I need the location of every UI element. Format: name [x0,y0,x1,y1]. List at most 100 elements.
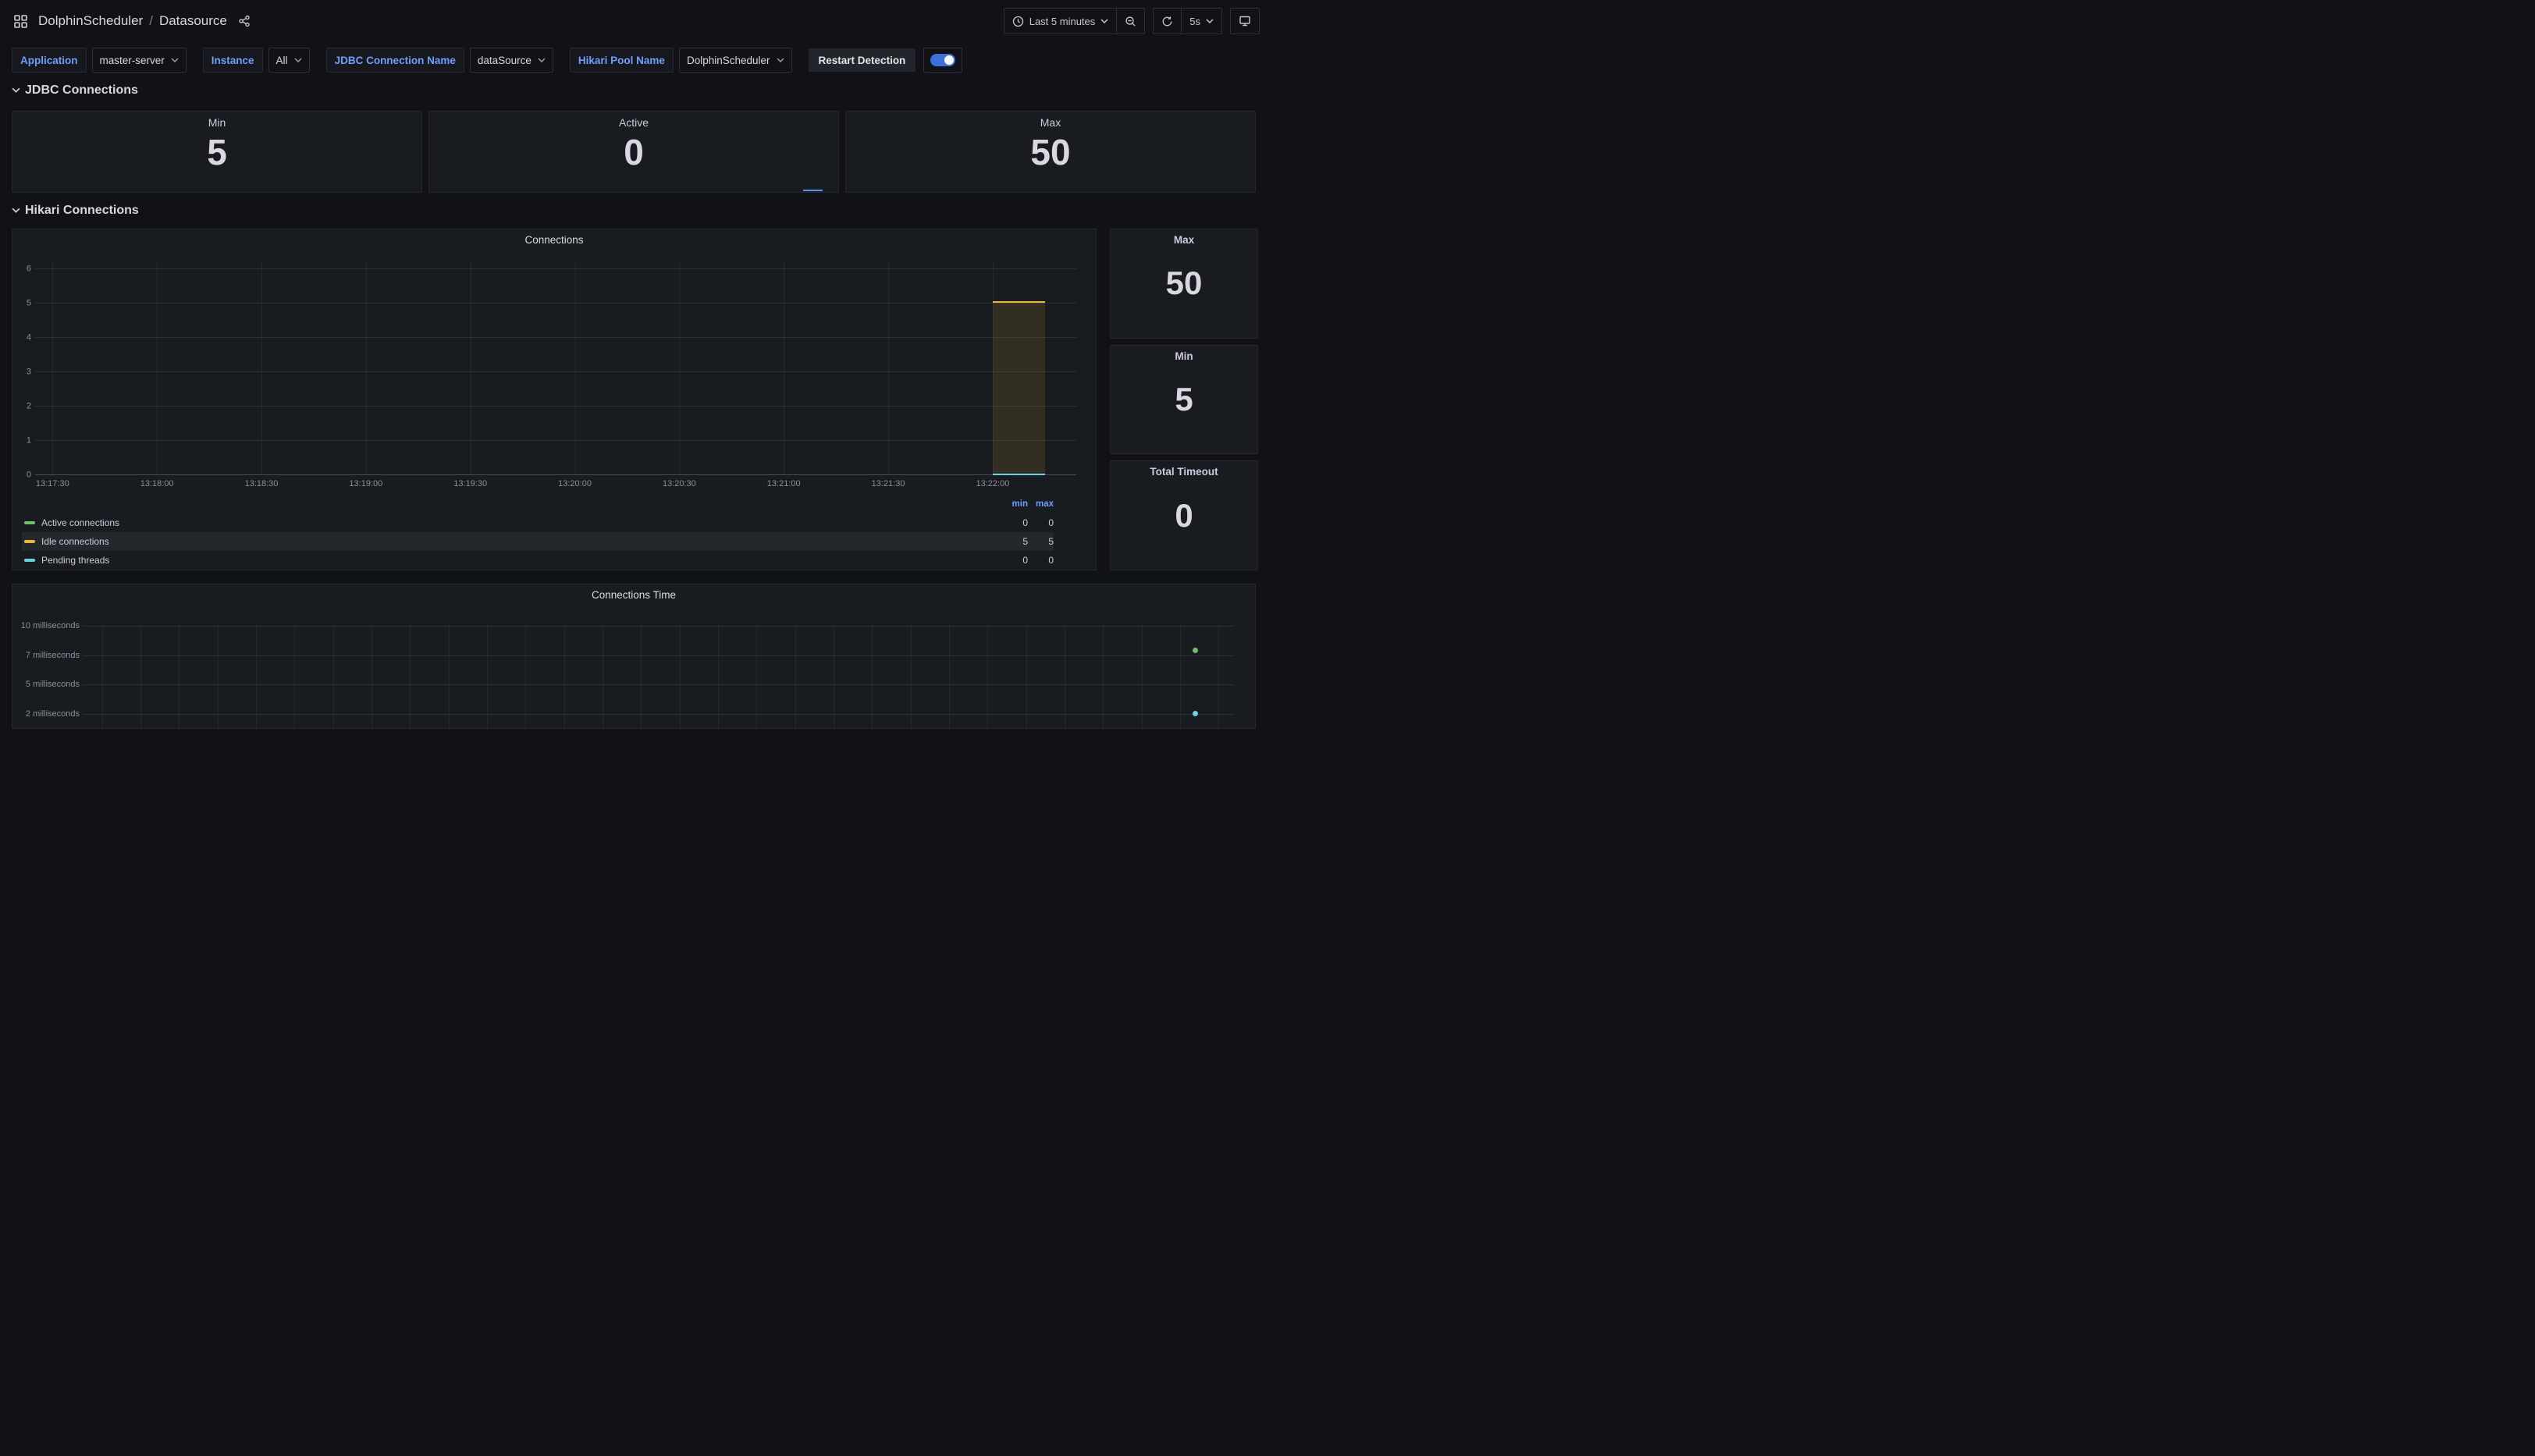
variable-select-jdbc-connection-name[interactable]: dataSource [470,48,553,73]
gridline [888,261,889,474]
legend-column-max[interactable]: max [1028,499,1054,510]
gridline [157,261,158,474]
refresh-interval-picker[interactable]: 5s [1181,9,1221,34]
variable-select-application[interactable]: master-server [92,48,187,73]
stat-panel-jdbc-active: Active 0 [428,111,839,193]
x-tick-label: 13:19:00 [349,479,382,488]
panel-title-connections-time[interactable]: Connections Time [12,589,1255,601]
legend-max-value: 5 [1028,536,1054,547]
gridline [949,626,950,730]
chevron-down-icon [777,58,784,63]
toggle-switch-on [930,54,955,66]
legend-max-value: 0 [1028,517,1054,528]
gridline [410,626,411,730]
chart-legend: min max Active connections00Idle connect… [22,499,1054,570]
gridline [1218,626,1219,730]
gridline [911,626,912,730]
stat-sparkline [803,190,823,191]
dashboards-grid-icon[interactable] [11,12,30,31]
variable-select-instance[interactable]: All [268,48,310,73]
legend-column-min[interactable]: min [1002,499,1028,510]
gridline [218,626,219,730]
section-jdbc-connections[interactable]: JDBC Connections [12,82,1256,99]
legend-swatch [24,521,35,524]
chevron-down-icon [1100,19,1108,24]
y-tick-label: 1 [27,436,31,446]
x-tick-label: 13:21:00 [767,479,801,488]
series-line-pending-threads [993,474,1045,475]
legend-min-value: 0 [1002,555,1028,566]
breadcrumb-page[interactable]: Datasource [159,13,227,29]
variable-select-hikari-pool-name[interactable]: DolphinScheduler [679,48,792,73]
share-icon[interactable] [235,12,254,30]
refresh-button[interactable] [1154,9,1181,34]
stat-panel-jdbc-max: Max 50 [845,111,1256,193]
time-range-picker[interactable]: Last 5 minutes [1004,9,1117,34]
connections-plot-area [35,261,1076,474]
gridline [333,626,334,730]
gridline [872,626,873,730]
gridline [680,626,681,730]
restart-detection-label: Restart Detection [809,48,916,72]
gridline [179,626,180,730]
gridline [987,626,988,730]
gridline [1180,626,1181,730]
stat-value: 5 [1111,346,1257,454]
chevron-down-icon [12,208,20,214]
legend-max-value: 0 [1028,555,1054,566]
legend-header: min max [22,499,1054,510]
gridline [795,626,796,730]
x-tick-label: 13:20:00 [558,479,592,488]
data-point [1193,648,1198,653]
gridline [449,626,450,730]
hikari-row: Connections 0123456 13:17:3013:18:0013:1… [12,229,1256,570]
x-tick-label: 13:20:30 [663,479,696,488]
data-point [1193,711,1198,716]
x-tick-label: 13:21:30 [872,479,905,488]
stat-value: 0 [429,112,838,192]
gridline [35,406,1076,407]
kiosk-mode-button[interactable] [1231,9,1259,34]
y-tick-label: 6 [27,264,31,273]
y-axis-labels: 0123456 [12,261,31,474]
panel-title-connections[interactable]: Connections [12,234,1096,246]
gridline [261,261,262,474]
gridline [35,303,1076,304]
clock-icon [1012,16,1024,27]
variable-value: All [276,55,288,66]
breadcrumb: DolphinScheduler / Datasource [38,13,227,29]
gridline [35,371,1076,372]
gridline [679,261,680,474]
breadcrumb-folder[interactable]: DolphinScheduler [38,13,143,29]
legend-row: Active connections00 [22,513,1054,532]
y-tick-label: 0 [27,471,31,480]
legend-swatch [24,559,35,562]
legend-series-active-connections[interactable]: Active connections [41,517,1002,528]
x-tick-label: 13:19:30 [453,479,487,488]
gridline [718,626,719,730]
stat-panel-jdbc-min: Min 5 [12,111,422,193]
stat-value: 50 [1111,229,1257,338]
chevron-down-icon [171,58,179,63]
gridline [1103,626,1104,730]
variable-label-jdbc-connection-name: JDBC Connection Name [326,48,464,73]
chevron-down-icon [12,87,20,94]
restart-detection-toggle[interactable] [923,48,962,73]
gridline [102,626,103,730]
section-title: Hikari Connections [25,204,139,218]
zoom-out-button[interactable] [1116,9,1144,34]
x-axis-labels: 13:17:3013:18:0013:18:3013:19:0013:19:30… [35,479,1076,492]
gridline [35,337,1076,338]
legend-series-pending-threads[interactable]: Pending threads [41,555,1002,566]
connections-time-plot-area [83,626,1234,730]
y-tick-label: 5 milliseconds [26,680,80,689]
legend-series-idle-connections[interactable]: Idle connections [41,536,1002,547]
y-tick-label: 4 [27,332,31,342]
x-tick-label: 13:18:00 [140,479,174,488]
legend-swatch [24,540,35,543]
variable-value: dataSource [478,55,532,66]
gridline [35,474,1076,475]
gridline [294,626,295,730]
section-hikari-connections[interactable]: Hikari Connections [12,202,1256,219]
monitor-icon [1239,15,1251,27]
